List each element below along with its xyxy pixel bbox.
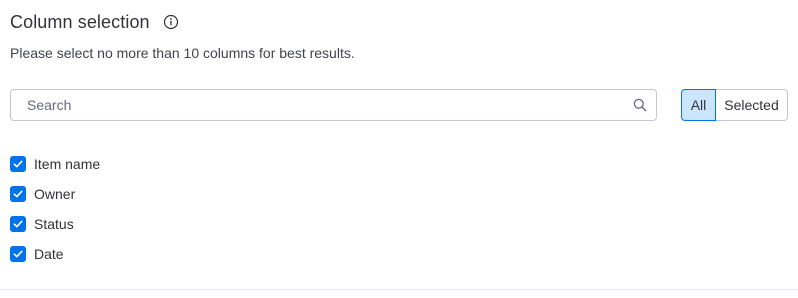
- checkbox[interactable]: [10, 186, 26, 202]
- checkmark-icon: [13, 250, 23, 258]
- header: Column selection: [10, 10, 179, 34]
- column-list: Item name Owner Status Date: [10, 154, 100, 274]
- column-label: Status: [34, 216, 74, 232]
- column-selection-panel: Column selection Please select no more t…: [0, 0, 798, 298]
- column-option-owner[interactable]: Owner: [10, 184, 100, 204]
- column-option-date[interactable]: Date: [10, 244, 100, 264]
- checkbox[interactable]: [10, 246, 26, 262]
- search-input[interactable]: [27, 97, 620, 113]
- checkmark-icon: [13, 190, 23, 198]
- checkbox[interactable]: [10, 156, 26, 172]
- info-icon[interactable]: [163, 14, 179, 30]
- column-option-status[interactable]: Status: [10, 214, 100, 234]
- checkmark-icon: [13, 160, 23, 168]
- toggle-selected-button[interactable]: Selected: [716, 89, 788, 121]
- instructions-text: Please select no more than 10 columns fo…: [10, 45, 355, 61]
- checkbox[interactable]: [10, 216, 26, 232]
- column-label: Owner: [34, 186, 76, 202]
- filter-toggle: All Selected: [681, 89, 788, 121]
- search-icon[interactable]: [633, 98, 647, 112]
- search-box[interactable]: [10, 89, 657, 121]
- column-label: Date: [34, 246, 64, 262]
- column-option-item-name[interactable]: Item name: [10, 154, 100, 174]
- toggle-all-button[interactable]: All: [681, 89, 716, 121]
- panel-title: Column selection: [10, 11, 150, 32]
- bottom-divider: [0, 289, 798, 290]
- checkmark-icon: [13, 220, 23, 228]
- column-label: Item name: [34, 156, 101, 172]
